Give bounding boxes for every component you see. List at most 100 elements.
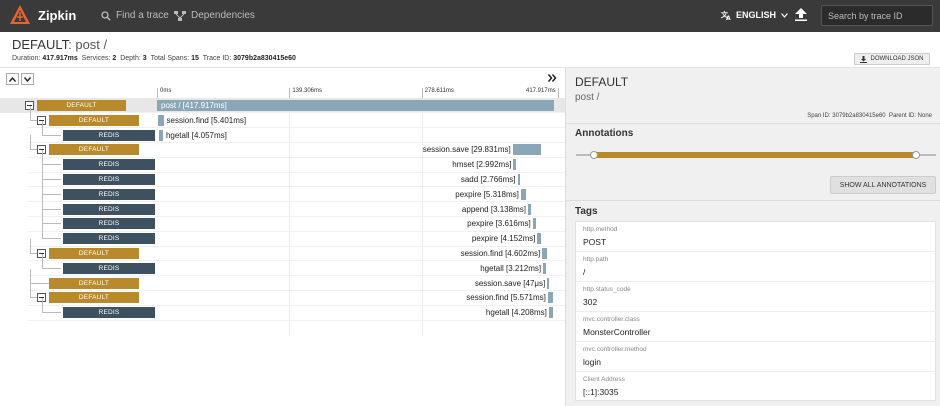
span-service-badge: REDIS	[63, 233, 155, 245]
annotations-title: Annotations	[575, 128, 634, 139]
tree-connector	[42, 165, 43, 180]
tree-connector	[42, 267, 61, 269]
span-duration-bar[interactable]	[158, 114, 164, 126]
span-label: append [3.138ms]	[461, 204, 526, 214]
tree-connector	[42, 120, 43, 136]
upload-icon[interactable]	[795, 8, 807, 21]
total-spans-label: Total Spans:	[150, 55, 190, 62]
title-span-name: post /	[75, 37, 108, 52]
span-label: session.save [47μs]	[474, 278, 546, 288]
brand-name[interactable]: Zipkin	[38, 8, 76, 23]
toggle-detail-panel-button[interactable]	[547, 73, 557, 85]
span-service-badge: DEFAULT	[49, 114, 139, 126]
nav-find-trace[interactable]: Find a trace	[101, 10, 169, 21]
span-duration-bar[interactable]	[537, 233, 542, 245]
span-service-badge: REDIS	[63, 218, 155, 230]
span-row[interactable]: DEFAULT session.find [5.571ms]	[0, 283, 565, 305]
span-duration-bar[interactable]	[517, 174, 521, 185]
span-service-badge: DEFAULT	[37, 100, 126, 111]
show-all-annotations-button[interactable]: SHOW ALL ANNOTATIONS	[830, 176, 936, 194]
dependencies-icon	[174, 10, 186, 21]
span-duration-bar[interactable]	[548, 307, 553, 319]
span-duration-bar[interactable]	[159, 129, 163, 141]
span-id-value: 3079b2a830415e60	[832, 113, 886, 119]
span-duration-bar[interactable]	[547, 277, 550, 289]
tree-connector	[30, 253, 37, 254]
span-row[interactable]: DEFAULT session.find [5.401ms]	[0, 105, 565, 128]
tree-connector	[42, 238, 61, 240]
timeline-tick-label: 0ms	[157, 88, 171, 98]
nav-find-trace-label: Find a trace	[116, 10, 169, 21]
span-duration-bar[interactable]	[543, 262, 547, 274]
nav-dependencies-label: Dependencies	[191, 10, 255, 21]
span-row[interactable]: REDIS hmset [2.992ms]	[0, 150, 565, 172]
tree-connector	[42, 223, 61, 225]
span-duration-bar[interactable]	[542, 248, 547, 259]
tag-value: [::1]:3035	[583, 387, 619, 397]
span-row[interactable]: REDIS append [3.138ms]	[0, 194, 565, 217]
tree-connector	[42, 194, 43, 210]
span-row[interactable]: DEFAULT session.save [47μs]	[0, 268, 565, 291]
span-label: hgetall [4.208ms]	[485, 308, 547, 318]
span-duration-bar[interactable]	[532, 218, 537, 230]
detail-span-name: post /	[575, 92, 600, 103]
span-row[interactable]: REDIS hgetall [4.057ms]	[0, 120, 565, 143]
span-label: post / [417.917ms]	[161, 101, 227, 110]
span-label: session.find [5.571ms]	[466, 293, 546, 303]
span-row[interactable]: REDIS pexpire [3.616ms]	[0, 209, 565, 231]
span-duration-bar[interactable]	[512, 144, 542, 156]
span-row[interactable]: REDIS hgetall [3.212ms]	[0, 253, 565, 276]
tag-item: http.method POST	[576, 222, 937, 252]
span-row[interactable]: REDIS pexpire [5.318ms]	[0, 179, 565, 202]
download-json-label: DOWNLOAD JSON	[870, 56, 924, 62]
language-label: ENGLISH	[736, 10, 777, 20]
span-row[interactable]: DEFAULT post / [417.917ms]	[0, 98, 565, 113]
tag-value: MonsterController	[583, 327, 651, 337]
span-duration-bar[interactable]	[520, 188, 526, 200]
span-service-badge: REDIS	[63, 307, 155, 319]
span-service-badge: REDIS	[63, 174, 155, 185]
span-service-badge: REDIS	[63, 188, 155, 200]
annotation-span-bar	[594, 152, 919, 158]
span-duration-bar[interactable]	[513, 159, 517, 171]
double-chevron-right-icon	[547, 74, 557, 82]
annotation-end-marker[interactable]	[912, 151, 920, 159]
span-row[interactable]: REDIS pexpire [4.152ms]	[0, 224, 565, 246]
chevron-up-icon	[9, 76, 16, 82]
duration-label: Duration:	[12, 55, 41, 62]
trace-summary: Duration: 417.917ms Services: 2 Depth: 3…	[12, 55, 296, 62]
download-icon	[860, 55, 868, 63]
tag-key: http.path	[583, 256, 609, 263]
span-duration-bar[interactable]	[547, 292, 554, 304]
detail-ids: Span ID: 3079b2a830415e60 Parent ID: Non…	[807, 113, 932, 119]
tree-connector	[42, 179, 43, 195]
expand-all-button[interactable]	[21, 73, 34, 85]
zipkin-logo-icon[interactable]	[9, 4, 31, 26]
search-icon	[101, 10, 111, 21]
tag-value: 302	[583, 297, 598, 307]
duration-value: 417.917ms	[42, 55, 78, 62]
span-row[interactable]: DEFAULT session.save [29.831ms]	[0, 135, 565, 157]
collapse-all-button[interactable]	[6, 73, 19, 85]
language-selector[interactable]: 文 A ENGLISH	[721, 10, 788, 20]
tree-connector	[42, 150, 43, 166]
tag-key: mvc.controller.method	[583, 346, 647, 353]
nav-dependencies[interactable]: Dependencies	[174, 10, 255, 21]
trace-id-search-input[interactable]	[821, 5, 933, 26]
tag-item: Client Address[::1]:3035	[576, 372, 937, 402]
tag-key: Client Address	[583, 376, 625, 383]
span-service-badge: DEFAULT	[49, 292, 139, 304]
span-row[interactable]: DEFAULT session.find [4.602ms]	[0, 239, 565, 261]
span-service-badge: REDIS	[63, 159, 155, 171]
span-row[interactable]: REDIS sadd [2.766ms]	[0, 165, 565, 187]
span-label: pexpire [5.318ms]	[455, 189, 519, 199]
tag-key: http.status_code	[583, 286, 631, 293]
trace-id-label: Trace ID:	[202, 55, 232, 62]
tree-connector	[30, 283, 31, 299]
parent-id-label: Parent ID:	[888, 113, 916, 119]
annotation-start-marker[interactable]	[590, 151, 598, 159]
download-json-button[interactable]: DOWNLOAD JSON	[854, 53, 930, 65]
span-service-badge: REDIS	[63, 129, 155, 141]
span-duration-bar[interactable]	[527, 203, 531, 215]
span-row[interactable]: REDIS hgetall [4.208ms]	[0, 298, 565, 320]
